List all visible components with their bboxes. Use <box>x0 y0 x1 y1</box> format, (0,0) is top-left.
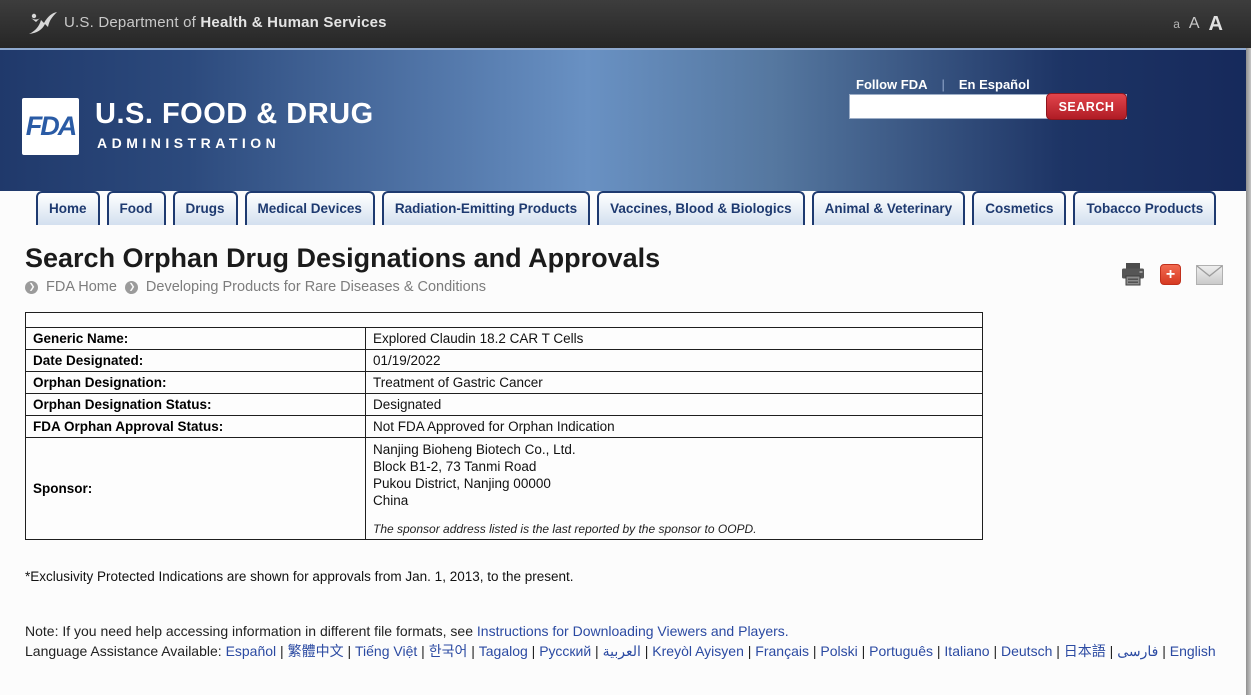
language-link[interactable]: Italiano <box>944 643 989 659</box>
nav-tab-animal-veterinary[interactable]: Animal & Veterinary <box>812 191 966 225</box>
font-size-controls: a A A <box>1173 0 1223 48</box>
nav-tab-vaccines-blood-biologics[interactable]: Vaccines, Blood & Biologics <box>597 191 805 225</box>
orphan-drug-record-table: Generic Name:Explored Claudin 18.2 CAR T… <box>25 312 983 540</box>
fda-header: FDA U.S. FOOD & DRUG ADMINISTRATION Foll… <box>0 48 1251 191</box>
row-label: FDA Orphan Approval Status: <box>26 416 366 438</box>
row-label: Orphan Designation Status: <box>26 394 366 416</box>
nav-tab-radiation-emitting-products[interactable]: Radiation-Emitting Products <box>382 191 590 225</box>
row-value: Treatment of Gastric Cancer <box>366 372 983 394</box>
language-link[interactable]: العربية <box>603 643 641 659</box>
org-name-line1: U.S. FOOD & DRUG <box>95 98 374 131</box>
hhs-department-prefix: U.S. Department of <box>64 14 196 31</box>
fda-webpage: U.S. Department of Health & Human Servic… <box>0 0 1251 695</box>
language-link[interactable]: Polski <box>820 643 857 659</box>
table-row: Orphan Designation Status:Designated <box>26 394 983 416</box>
language-link[interactable]: Español <box>226 643 277 659</box>
breadcrumb-arrow-icon: ❯ <box>125 281 138 294</box>
nav-tab-tobacco-products[interactable]: Tobacco Products <box>1073 191 1216 225</box>
hhs-eagle-icon <box>26 8 58 40</box>
row-label: Orphan Designation: <box>26 372 366 394</box>
main-nav: HomeFoodDrugsMedical DevicesRadiation-Em… <box>36 191 1216 225</box>
hhs-department-name: Health & Human Services <box>200 14 386 31</box>
table-row: Sponsor:Nanjing Bioheng Biotech Co., Ltd… <box>26 438 983 540</box>
hhs-department-label: U.S. Department of Health & Human Servic… <box>64 14 387 31</box>
spacer-cell <box>26 313 983 328</box>
breadcrumb-rare-diseases-link[interactable]: Developing Products for Rare Diseases & … <box>146 279 486 295</box>
breadcrumb: ❯ FDA Home ❯ Developing Products for Rar… <box>25 279 486 295</box>
font-size-small-button[interactable]: a <box>1173 17 1180 31</box>
header-link-separator: | <box>928 77 959 92</box>
main-content: Search Orphan Drug Designations and Appr… <box>0 225 1251 695</box>
record-table-body: Generic Name:Explored Claudin 18.2 CAR T… <box>26 313 983 540</box>
nav-tab-food[interactable]: Food <box>107 191 166 225</box>
language-link[interactable]: English <box>1170 643 1216 659</box>
en-espanol-link[interactable]: En Español <box>959 77 1030 92</box>
language-link[interactable]: Kreyòl Ayisyen <box>652 643 744 659</box>
language-link[interactable]: Français <box>755 643 809 659</box>
row-value: 01/19/2022 <box>366 350 983 372</box>
search-button[interactable]: SEARCH <box>1046 93 1127 120</box>
site-search: SEARCH <box>849 94 1127 119</box>
language-link[interactable]: 한국어 <box>429 643 468 659</box>
sponsor-address-line: Pukou District, Nanjing 00000 <box>373 475 975 492</box>
table-row: Date Designated:01/19/2022 <box>26 350 983 372</box>
language-assistance: Language Assistance Available: Español |… <box>25 642 1237 661</box>
table-row: Orphan Designation:Treatment of Gastric … <box>26 372 983 394</box>
sponsor-address-line: China <box>373 492 975 509</box>
sponsor-address-line: Nanjing Bioheng Biotech Co., Ltd. <box>373 441 975 458</box>
language-link[interactable]: فارسی <box>1117 643 1158 659</box>
row-label: Generic Name: <box>26 328 366 350</box>
fda-logo-text: FDA <box>26 111 76 142</box>
share-icon[interactable]: + <box>1160 264 1181 285</box>
page-title: Search Orphan Drug Designations and Appr… <box>25 243 660 274</box>
language-links: Español | 繁體中文 | Tiếng Việt | 한국어 | Taga… <box>226 643 1216 659</box>
font-size-medium-button[interactable]: A <box>1189 15 1200 33</box>
fda-logo[interactable]: FDA <box>22 98 79 155</box>
language-assistance-label: Language Assistance Available: <box>25 643 222 659</box>
email-icon[interactable] <box>1196 265 1223 285</box>
breadcrumb-fda-home-link[interactable]: FDA Home <box>46 279 117 295</box>
font-size-large-button[interactable]: A <box>1209 13 1223 36</box>
org-name-line2: ADMINISTRATION <box>97 135 280 151</box>
language-link[interactable]: Tiếng Việt <box>355 643 417 659</box>
file-formats-note: Note: If you need help accessing informa… <box>25 623 789 639</box>
language-link[interactable]: Deutsch <box>1001 643 1052 659</box>
page-action-icons: + <box>1121 263 1223 286</box>
table-row: FDA Orphan Approval Status:Not FDA Appro… <box>26 416 983 438</box>
sponsor-address-line: Block B1-2, 73 Tanmi Road <box>373 458 975 475</box>
row-value: Not FDA Approved for Orphan Indication <box>366 416 983 438</box>
row-value: Designated <box>366 394 983 416</box>
hhs-top-bar: U.S. Department of Health & Human Servic… <box>0 0 1251 48</box>
header-links: Follow FDA|En Español <box>856 77 1030 92</box>
row-value: Nanjing Bioheng Biotech Co., Ltd.Block B… <box>366 438 983 540</box>
print-icon[interactable] <box>1121 263 1145 286</box>
language-link[interactable]: 繁體中文 <box>288 643 344 659</box>
download-viewers-link[interactable]: Instructions for Downloading Viewers and… <box>477 623 789 639</box>
language-link[interactable]: Русский <box>539 643 591 659</box>
table-spacer-row <box>26 313 983 328</box>
nav-tab-drugs[interactable]: Drugs <box>173 191 238 225</box>
row-value: Explored Claudin 18.2 CAR T Cells <box>366 328 983 350</box>
scrollbar[interactable] <box>1246 48 1251 695</box>
breadcrumb-arrow-icon: ❯ <box>25 281 38 294</box>
exclusivity-footnote: *Exclusivity Protected Indications are s… <box>25 569 574 584</box>
language-link[interactable]: Tagalog <box>479 643 528 659</box>
table-row: Generic Name:Explored Claudin 18.2 CAR T… <box>26 328 983 350</box>
nav-tab-medical-devices[interactable]: Medical Devices <box>245 191 375 225</box>
language-link[interactable]: 日本語 <box>1064 643 1106 659</box>
nav-tab-cosmetics[interactable]: Cosmetics <box>972 191 1066 225</box>
language-link[interactable]: Português <box>869 643 933 659</box>
follow-fda-link[interactable]: Follow FDA <box>856 77 928 92</box>
note-text: Note: If you need help accessing informa… <box>25 623 477 639</box>
sponsor-address-note: The sponsor address listed is the last r… <box>373 522 975 536</box>
row-label: Sponsor: <box>26 438 366 540</box>
nav-tab-home[interactable]: Home <box>36 191 100 225</box>
row-label: Date Designated: <box>26 350 366 372</box>
